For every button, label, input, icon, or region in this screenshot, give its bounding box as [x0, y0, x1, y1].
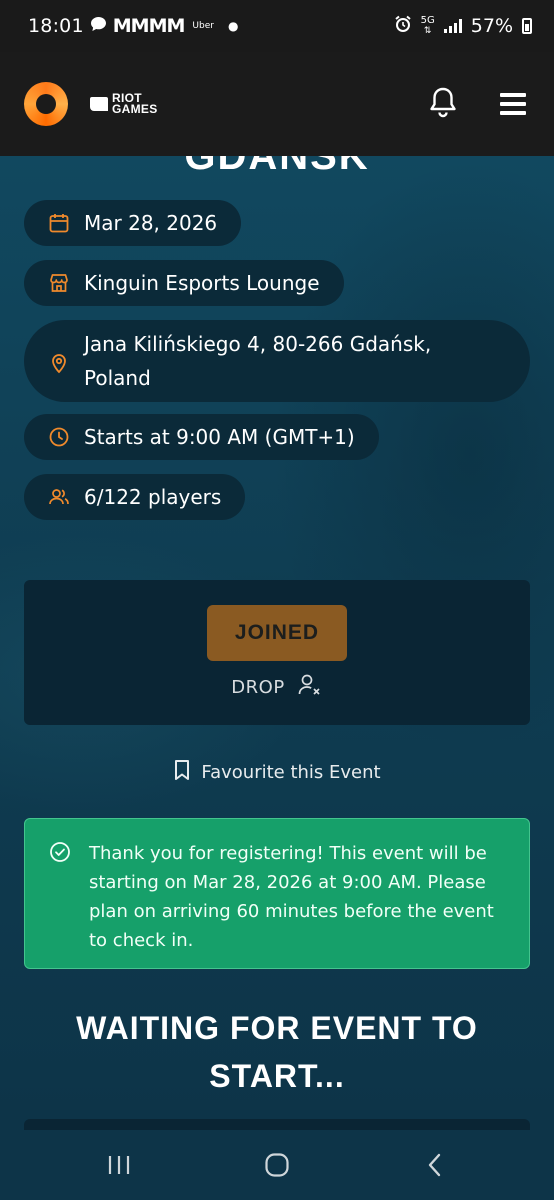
bookmark-icon: [173, 759, 191, 786]
alarm-icon: [394, 15, 412, 38]
network-5g-icon: 5G ⇅: [420, 15, 435, 37]
network-label: 5G: [420, 15, 435, 26]
chat-icon: [90, 16, 107, 36]
waiting-heading: WAITING FOR EVENT TO START...: [76, 1010, 478, 1094]
location-pin-icon: [48, 350, 70, 374]
store-icon: [48, 272, 70, 294]
clock-icon: [48, 426, 70, 448]
favourite-label: Favourite this Event: [201, 762, 381, 783]
back-button[interactable]: [405, 1140, 465, 1190]
recent-apps-button[interactable]: [89, 1140, 149, 1190]
home-button[interactable]: [247, 1140, 307, 1190]
bell-icon[interactable]: [428, 86, 458, 122]
check-circle-icon: [49, 841, 71, 863]
app-notification-icons: MMMM: [112, 15, 186, 37]
recent-apps-icon: [108, 1156, 130, 1174]
riot-fist-icon: [90, 97, 108, 111]
favourite-event-button[interactable]: Favourite this Event: [0, 759, 554, 786]
signal-icon: [443, 19, 462, 33]
event-address: Jana Kilińskiego 4, 80-266 Gdańsk, Polan…: [84, 332, 432, 390]
riot-logo-line2: GAMES: [112, 102, 158, 116]
users-icon: [48, 486, 70, 508]
remove-user-icon: [297, 673, 323, 702]
registration-notice: Thank you for registering! This event wi…: [24, 818, 530, 969]
system-nav-bar: [0, 1130, 554, 1200]
event-venue: Kinguin Esports Lounge: [84, 271, 320, 295]
riot-games-logo[interactable]: RIOT GAMES: [90, 92, 158, 116]
event-title: GDANSK: [184, 156, 370, 178]
event-date: Mar 28, 2026: [84, 211, 218, 235]
battery-percent: 57%: [470, 15, 513, 37]
calendar-icon: [48, 212, 70, 234]
uber-notification-icon: Uber: [192, 21, 214, 31]
event-page: GDANSK Mar 28, 2026 Kinguin Esports Loun…: [0, 156, 554, 1130]
bottom-card: [24, 1119, 530, 1130]
event-players-pill: 6/122 players: [24, 474, 246, 520]
event-players: 6/122 players: [84, 485, 222, 509]
app-header: RIOT GAMES: [0, 52, 554, 156]
status-time: 18:01: [28, 15, 84, 37]
site-logo[interactable]: [24, 82, 68, 126]
back-icon: [428, 1153, 441, 1177]
event-start-pill: Starts at 9:00 AM (GMT+1): [24, 414, 379, 460]
home-icon: [265, 1153, 289, 1177]
drop-button[interactable]: DROP: [24, 673, 530, 702]
drop-label: DROP: [231, 677, 285, 698]
battery-icon: [522, 18, 532, 34]
more-notifications-dot: ●: [227, 19, 239, 33]
registration-notice-text: Thank you for registering! This event wi…: [89, 843, 494, 951]
joined-button[interactable]: JOINED: [207, 605, 347, 661]
menu-icon[interactable]: [500, 93, 526, 115]
event-address-pill[interactable]: Jana Kilińskiego 4, 80-266 Gdańsk, Polan…: [24, 320, 530, 402]
event-venue-pill: Kinguin Esports Lounge: [24, 260, 344, 306]
registration-card: JOINED DROP: [24, 580, 530, 725]
status-bar: 18:01 MMMM Uber ● 5G ⇅ 57%: [0, 0, 554, 52]
event-date-pill: Mar 28, 2026: [24, 200, 242, 246]
event-start-time: Starts at 9:00 AM (GMT+1): [84, 425, 355, 449]
